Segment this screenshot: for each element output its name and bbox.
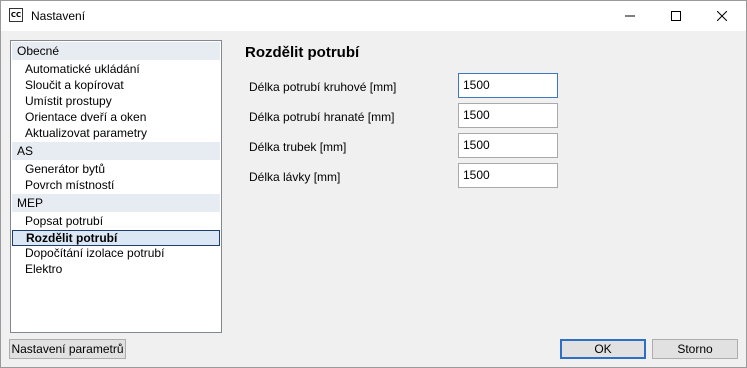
label-delka-potrubi-kruhove: Délka potrubí kruhové [mm] (249, 80, 397, 94)
parameter-settings-button[interactable]: Nastavení parametrů (9, 339, 126, 359)
tree-item-generator-bytu[interactable]: Generátor bytů (25, 161, 105, 177)
close-icon (717, 11, 727, 21)
minimize-icon (625, 15, 635, 17)
tree-item-popsat-potrubi[interactable]: Popsat potrubí (25, 213, 103, 229)
window-title: Nastavení (31, 9, 86, 23)
label-delka-trubek: Délka trubek [mm] (249, 140, 347, 154)
tree-item-povrch-mistnosti[interactable]: Povrch místností (25, 177, 114, 193)
input-delka-lavky[interactable]: 1500 (458, 163, 558, 188)
group-header-obecne[interactable]: Obecné (12, 42, 220, 60)
input-delka-potrubi-kruhove[interactable]: 1500 (458, 73, 558, 98)
tree-item-elektro[interactable]: Elektro (25, 261, 62, 277)
label-delka-lavky: Délka lávky [mm] (249, 170, 341, 184)
tree-item-umistit-prostupy[interactable]: Umístit prostupy (25, 93, 112, 109)
settings-dialog: CC Nastavení Obecné Automatické ukládání… (0, 0, 747, 368)
tree-item-aktualizovat-parametry[interactable]: Aktualizovat parametry (25, 125, 147, 141)
tree-item-orientace-dveri[interactable]: Orientace dveří a oken (25, 109, 146, 125)
group-header-as[interactable]: AS (12, 142, 220, 160)
input-delka-trubek[interactable]: 1500 (458, 133, 558, 158)
tree-item-automaticke-ukladani[interactable]: Automatické ukládání (25, 61, 140, 77)
app-icon: CC (9, 8, 23, 22)
section-title: Rozdělit potrubí (245, 44, 360, 61)
maximize-button[interactable] (653, 1, 699, 31)
settings-tree[interactable]: Obecné Automatické ukládání Sloučit a ko… (10, 40, 222, 333)
group-header-mep[interactable]: MEP (12, 194, 220, 212)
maximize-icon (671, 11, 681, 21)
label-delka-potrubi-hranate: Délka potrubí hranaté [mm] (249, 110, 395, 124)
tree-item-sloucit-a-kopirovat[interactable]: Sloučit a kopírovat (25, 77, 124, 93)
minimize-button[interactable] (607, 1, 653, 31)
tree-item-rozdelit-potrubi[interactable]: Rozdělit potrubí (12, 230, 220, 246)
cancel-button[interactable]: Storno (652, 339, 738, 359)
tree-item-dopocitani-izolace[interactable]: Dopočítání izolace potrubí (25, 245, 164, 261)
title-bar: CC Nastavení (1, 1, 746, 31)
input-delka-potrubi-hranate[interactable]: 1500 (458, 103, 558, 128)
ok-button[interactable]: OK (560, 339, 646, 359)
close-button[interactable] (699, 1, 745, 31)
